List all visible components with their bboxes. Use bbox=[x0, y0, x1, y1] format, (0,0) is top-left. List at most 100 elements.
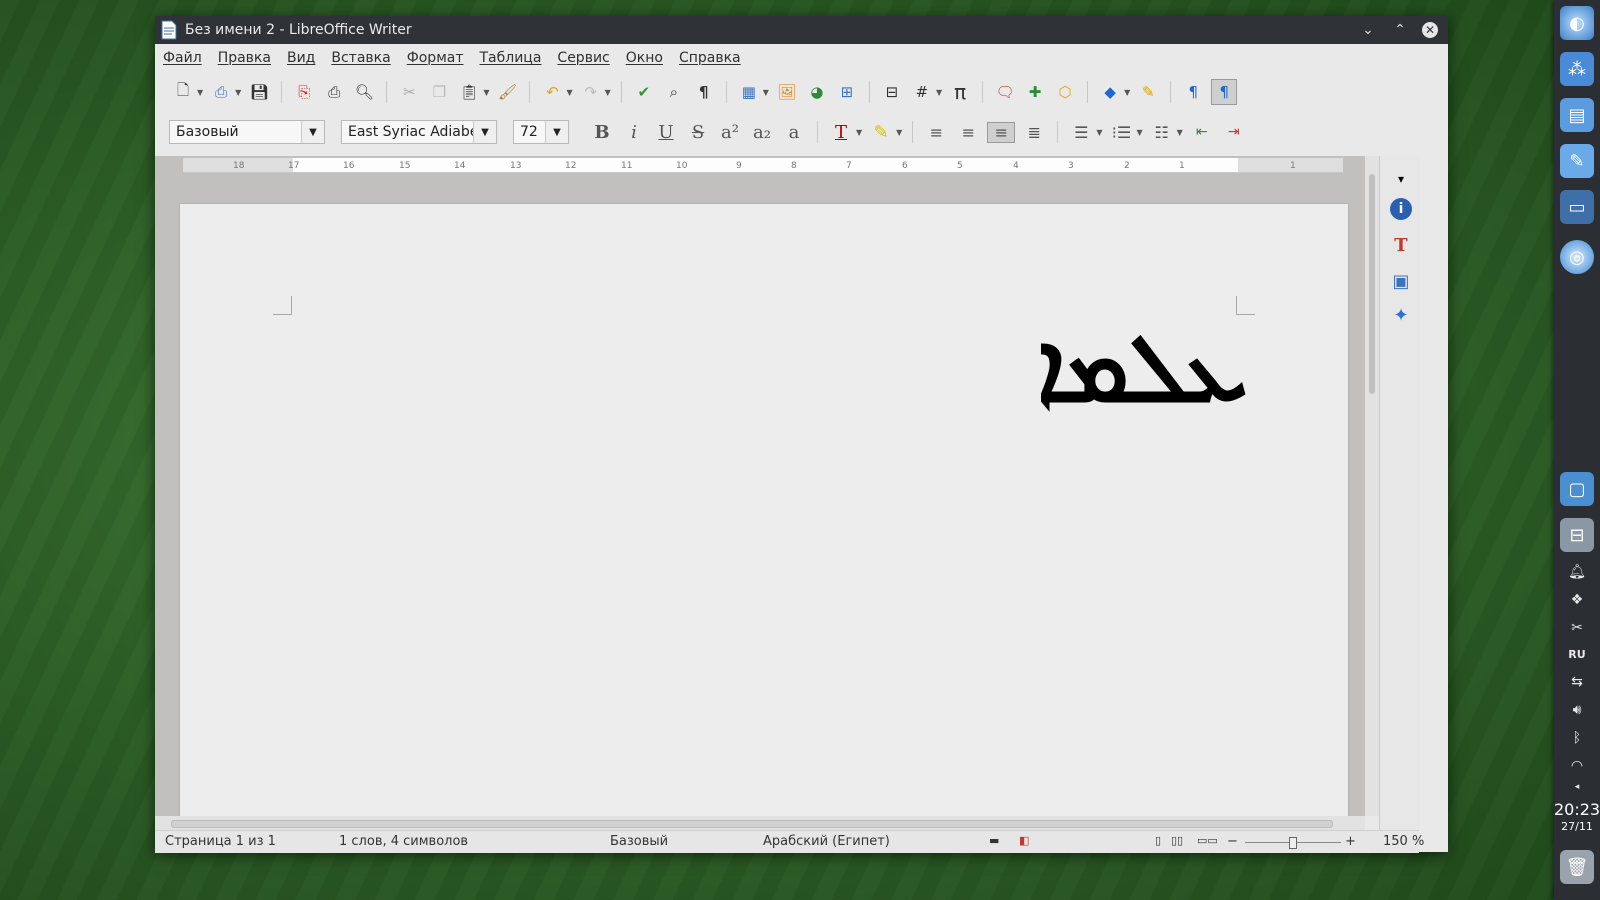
paragraph-style-combo[interactable]: Базовый ▼ bbox=[169, 120, 325, 144]
insert-image-icon[interactable]: 🖼︎ bbox=[775, 80, 799, 104]
gallery-icon[interactable]: ▣ bbox=[1388, 268, 1414, 294]
word-count[interactable]: 1 слов, 4 символов bbox=[339, 834, 468, 849]
insert-textbox-icon[interactable]: ⊞ bbox=[835, 80, 859, 104]
menu-tools[interactable]: Сервис bbox=[557, 50, 609, 66]
italic-icon[interactable]: i bbox=[621, 122, 647, 143]
notification-bell-icon[interactable]: 🔔︎ bbox=[1554, 564, 1600, 580]
document-text[interactable]: ܥܠܡܐ bbox=[1037, 312, 1248, 426]
underline-icon[interactable]: U bbox=[653, 122, 679, 143]
file-manager-icon[interactable]: ▤ bbox=[1560, 98, 1594, 132]
menu-insert[interactable]: Вставка bbox=[331, 50, 390, 66]
scrollbar-thumb[interactable] bbox=[1369, 174, 1375, 394]
text-editor-icon[interactable]: ✎ bbox=[1560, 144, 1594, 178]
page-break-icon[interactable]: ⊟ bbox=[880, 80, 904, 104]
insert-comment-icon[interactable]: 🗨︎ bbox=[993, 80, 1017, 104]
menu-edit[interactable]: Правка bbox=[218, 50, 271, 66]
superscript-icon[interactable]: a² bbox=[717, 122, 743, 143]
sidebar-menu-icon[interactable]: ▾ bbox=[1388, 166, 1414, 192]
align-left-icon[interactable]: ≡ bbox=[923, 123, 949, 142]
document-page[interactable]: ܥܠܡܐ bbox=[180, 204, 1348, 816]
track-changes-icon[interactable]: ✚ bbox=[1023, 80, 1047, 104]
terminal-icon[interactable]: ▭ bbox=[1560, 190, 1594, 224]
browser-icon[interactable]: ◎ bbox=[1560, 240, 1594, 274]
volume-icon[interactable]: 🔊︎ bbox=[1554, 702, 1600, 718]
maximize-icon[interactable]: ⌃ bbox=[1390, 20, 1410, 40]
shadow-icon[interactable]: a bbox=[781, 122, 807, 143]
single-page-view-icon[interactable]: ▯ bbox=[1155, 834, 1161, 847]
vertical-scrollbar[interactable] bbox=[1365, 156, 1379, 816]
selection-mode-icon[interactable]: ▬ bbox=[989, 834, 999, 847]
book-view-icon[interactable]: ▭▭ bbox=[1197, 834, 1218, 847]
launcher-icon[interactable]: ◐ bbox=[1560, 6, 1594, 40]
menu-help[interactable]: Справка bbox=[679, 50, 741, 66]
clone-formatting-icon[interactable]: 🖌︎ bbox=[495, 80, 519, 104]
dropbox-icon[interactable]: ❖ bbox=[1554, 592, 1600, 608]
new-document-icon[interactable]: 🗋︎ bbox=[171, 80, 195, 104]
find-replace-icon[interactable]: ⌕ bbox=[662, 80, 686, 104]
align-right-icon[interactable]: ≡ bbox=[987, 121, 1016, 143]
cut-icon[interactable]: ✂ bbox=[397, 80, 421, 104]
keyboard-layout-indicator[interactable]: RU bbox=[1554, 648, 1600, 661]
menu-view[interactable]: Вид bbox=[287, 50, 315, 66]
strikethrough-icon[interactable]: S bbox=[685, 122, 711, 143]
zoom-out-icon[interactable]: − bbox=[1227, 834, 1238, 849]
styles-icon[interactable]: T bbox=[1388, 232, 1414, 258]
menu-file[interactable]: Файл bbox=[163, 50, 202, 66]
shapes-icon[interactable]: ⬡ bbox=[1053, 80, 1077, 104]
justify-icon[interactable]: ≣ bbox=[1021, 123, 1047, 142]
horizontal-ruler[interactable]: 18 17 16 15 14 13 12 11 10 9 8 7 6 5 4 3… bbox=[183, 158, 1343, 173]
bullets-icon[interactable]: ⁝☰ bbox=[1108, 123, 1134, 142]
formatting-marks-icon[interactable]: ¶ bbox=[692, 80, 716, 104]
redo-icon[interactable]: ↷ bbox=[579, 80, 603, 104]
network-icon[interactable]: ⇆ bbox=[1554, 674, 1600, 690]
page-style[interactable]: Базовый bbox=[610, 834, 668, 849]
title-bar[interactable]: Без имени 2 - LibreOffice Writer ⌄ ⌃ ✕ bbox=[155, 16, 1448, 44]
trash-icon[interactable]: 🗑︎ bbox=[1560, 850, 1594, 884]
navigator-icon[interactable]: ✦ bbox=[1388, 302, 1414, 328]
wifi-icon[interactable]: ◠ bbox=[1554, 758, 1600, 774]
basic-shapes-icon[interactable]: ◆ bbox=[1098, 80, 1122, 104]
chevron-down-icon[interactable]: ▼ bbox=[545, 121, 568, 143]
document-modified-icon[interactable]: ◧ bbox=[1019, 834, 1029, 847]
undo-icon[interactable]: ↶ bbox=[540, 80, 564, 104]
page-count[interactable]: Страница 1 из 1 bbox=[165, 834, 276, 849]
zoom-in-icon[interactable]: + bbox=[1345, 834, 1356, 849]
expand-arrow-icon[interactable]: ◂ bbox=[1554, 782, 1600, 792]
menu-format[interactable]: Формат bbox=[407, 50, 464, 66]
line-spacing-icon[interactable]: ☰ bbox=[1068, 123, 1094, 142]
apps-icon[interactable]: ⁂ bbox=[1560, 52, 1594, 86]
font-color-icon[interactable]: T bbox=[828, 122, 854, 143]
horizontal-scrollbar[interactable] bbox=[155, 816, 1365, 830]
zoom-level[interactable]: 150 % bbox=[1383, 834, 1424, 849]
highlight-icon[interactable]: ✎ bbox=[868, 122, 894, 143]
open-icon[interactable]: ⎙ bbox=[209, 80, 233, 104]
insert-formula-icon[interactable]: π bbox=[948, 80, 972, 104]
scrollbar-thumb[interactable] bbox=[171, 820, 1333, 828]
paste-icon[interactable]: 📋︎ bbox=[457, 80, 481, 104]
insert-table-icon[interactable]: ▦ bbox=[737, 80, 761, 104]
decrease-indent-icon[interactable]: ⇤ bbox=[1189, 124, 1215, 140]
print-icon[interactable]: ⎙ bbox=[322, 80, 346, 104]
print-preview-icon[interactable]: 🔍︎ bbox=[352, 80, 376, 104]
chevron-down-icon[interactable]: ▼ bbox=[301, 121, 324, 143]
menu-table[interactable]: Таблица bbox=[480, 50, 542, 66]
properties-icon[interactable]: i bbox=[1390, 198, 1412, 220]
text-language[interactable]: Арабский (Египет) bbox=[763, 834, 890, 849]
ltr-paragraph-icon[interactable]: ¶ bbox=[1181, 80, 1205, 104]
scissors-icon[interactable]: ✂ bbox=[1554, 620, 1600, 636]
chevron-down-icon[interactable]: ▼ bbox=[473, 121, 496, 143]
scanner-icon[interactable]: ⊟ bbox=[1560, 518, 1594, 552]
copy-icon[interactable]: ❐ bbox=[427, 80, 451, 104]
insert-chart-icon[interactable]: ◕ bbox=[805, 80, 829, 104]
menu-window[interactable]: Окно bbox=[626, 50, 663, 66]
zoom-slider-handle[interactable] bbox=[1289, 837, 1297, 849]
rtl-paragraph-icon[interactable]: ¶ bbox=[1211, 79, 1238, 105]
numbering-icon[interactable]: ☷ bbox=[1149, 123, 1175, 142]
font-size-combo[interactable]: 72 ▼ bbox=[513, 120, 569, 144]
multi-page-view-icon[interactable]: ▯▯ bbox=[1171, 834, 1183, 847]
bold-icon[interactable]: B bbox=[589, 122, 615, 143]
bluetooth-icon[interactable]: ᛒ bbox=[1554, 730, 1600, 746]
close-icon[interactable]: ✕ bbox=[1422, 22, 1438, 38]
minimize-icon[interactable]: ⌄ bbox=[1358, 20, 1378, 40]
clock-time[interactable]: 20:23 bbox=[1554, 800, 1600, 819]
